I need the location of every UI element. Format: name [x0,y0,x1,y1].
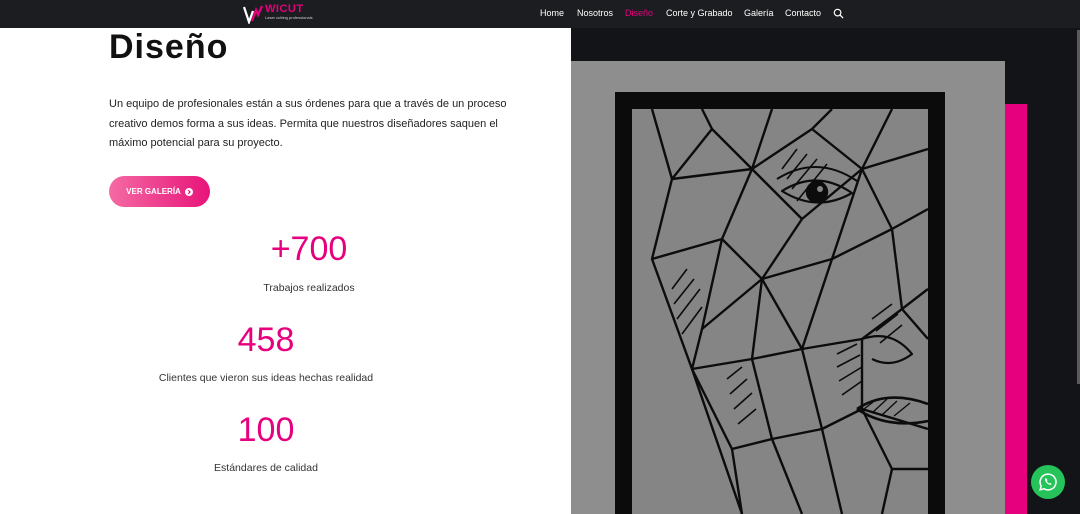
whatsapp-chat-button[interactable] [1031,465,1065,499]
nav-item-corte-grabado[interactable]: Corte y Grabado [666,8,733,18]
brand-logo[interactable]: WICUT Laser cutting professionals [243,4,313,24]
nav-item-contacto[interactable]: Contacto [785,8,821,18]
stat-value-clients: 458 [237,321,295,359]
nav-item-galeria[interactable]: Galería [744,8,774,18]
geometric-face-artwork [632,109,928,514]
search-icon[interactable] [833,8,844,19]
arrow-circle-right-icon [184,187,193,196]
geometric-face-drawing [650,109,928,514]
nav-item-nosotros[interactable]: Nosotros [577,8,613,18]
nav-item-diseno[interactable]: Diseño [625,8,653,18]
wicut-logo-icon [243,5,263,24]
view-gallery-button[interactable]: VER GALERÍA [109,176,210,207]
accent-bar [1004,104,1027,514]
top-navbar: WICUT Laser cutting professionals Home N… [0,0,1080,28]
stat-label-quality: Estándares de calidad [214,462,318,474]
stat-value-quality: 100 [237,411,295,449]
brand-name: WICUT [265,3,304,15]
stat-value-jobs: +700 [270,230,348,268]
whatsapp-icon [1039,473,1057,491]
stat-label-clients: Clientes que vieron sus ideas hechas rea… [158,372,374,384]
stat-label-jobs: Trabajos realizados [263,282,355,294]
view-gallery-label: VER GALERÍA [126,187,181,196]
nav-item-home[interactable]: Home [540,8,564,18]
brand-tagline: Laser cutting professionals [265,15,313,20]
section-description: Un equipo de profesionales están a sus ó… [109,98,507,149]
page-title: Diseño [109,28,229,66]
